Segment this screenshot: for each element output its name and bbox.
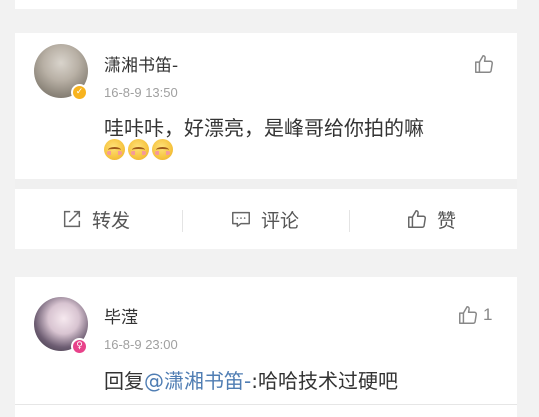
thumbs-up-icon: [473, 53, 495, 75]
thumbs-up-icon: [457, 304, 479, 326]
action-separator: [182, 210, 183, 232]
next-item-edge: [15, 405, 517, 417]
comment-button[interactable]: 评论: [230, 189, 299, 249]
smile-emoji-icon: [104, 139, 125, 160]
repost-button[interactable]: 转发: [61, 189, 130, 249]
comment-text: 回复@潇湘书笛-:哈哈技术过硬吧: [104, 365, 398, 394]
comment-author[interactable]: 潇湘书笛-: [104, 51, 178, 76]
verified-badge-icon: ✓: [71, 84, 88, 101]
repost-label: 转发: [92, 209, 131, 232]
emoji-row: [104, 139, 173, 160]
like-count: 1: [483, 305, 493, 324]
divider: [15, 179, 517, 189]
like-label: 赞: [437, 209, 457, 232]
comment-icon: [230, 208, 252, 230]
female-badge-icon: ♀: [71, 338, 88, 355]
comment-like-button[interactable]: [473, 53, 499, 75]
reply-text: :哈哈技术过硬吧: [251, 369, 398, 393]
comment-card: ♀ 毕滢 16-8-9 23:00 回复@潇湘书笛-:哈哈技术过硬吧 1: [15, 277, 517, 405]
like-button[interactable]: 赞: [406, 189, 456, 249]
reply-prefix: 回复: [104, 369, 144, 393]
comment-like-button[interactable]: 1: [457, 304, 492, 326]
action-separator: [349, 210, 350, 232]
comment-time: 16-8-9 13:50: [104, 85, 178, 100]
comment-label: 评论: [261, 209, 300, 232]
smile-emoji-icon: [152, 139, 173, 160]
action-bar: 转发 评论 赞: [15, 189, 517, 249]
previous-item-edge: [15, 0, 517, 9]
repost-icon: [61, 208, 83, 230]
comment-author[interactable]: 毕滢: [104, 303, 138, 328]
mention-link[interactable]: @潇湘书笛-: [144, 369, 251, 393]
smile-emoji-icon: [128, 139, 149, 160]
comment-card: ✓ 潇湘书笛- 16-8-9 13:50 哇咔咔，好漂亮，是峰哥给你拍的嘛: [15, 33, 517, 179]
comment-text: 哇咔咔，好漂亮，是峰哥给你拍的嘛: [104, 116, 424, 140]
thumbs-up-icon: [406, 208, 428, 230]
comment-time: 16-8-9 23:00: [104, 337, 178, 352]
